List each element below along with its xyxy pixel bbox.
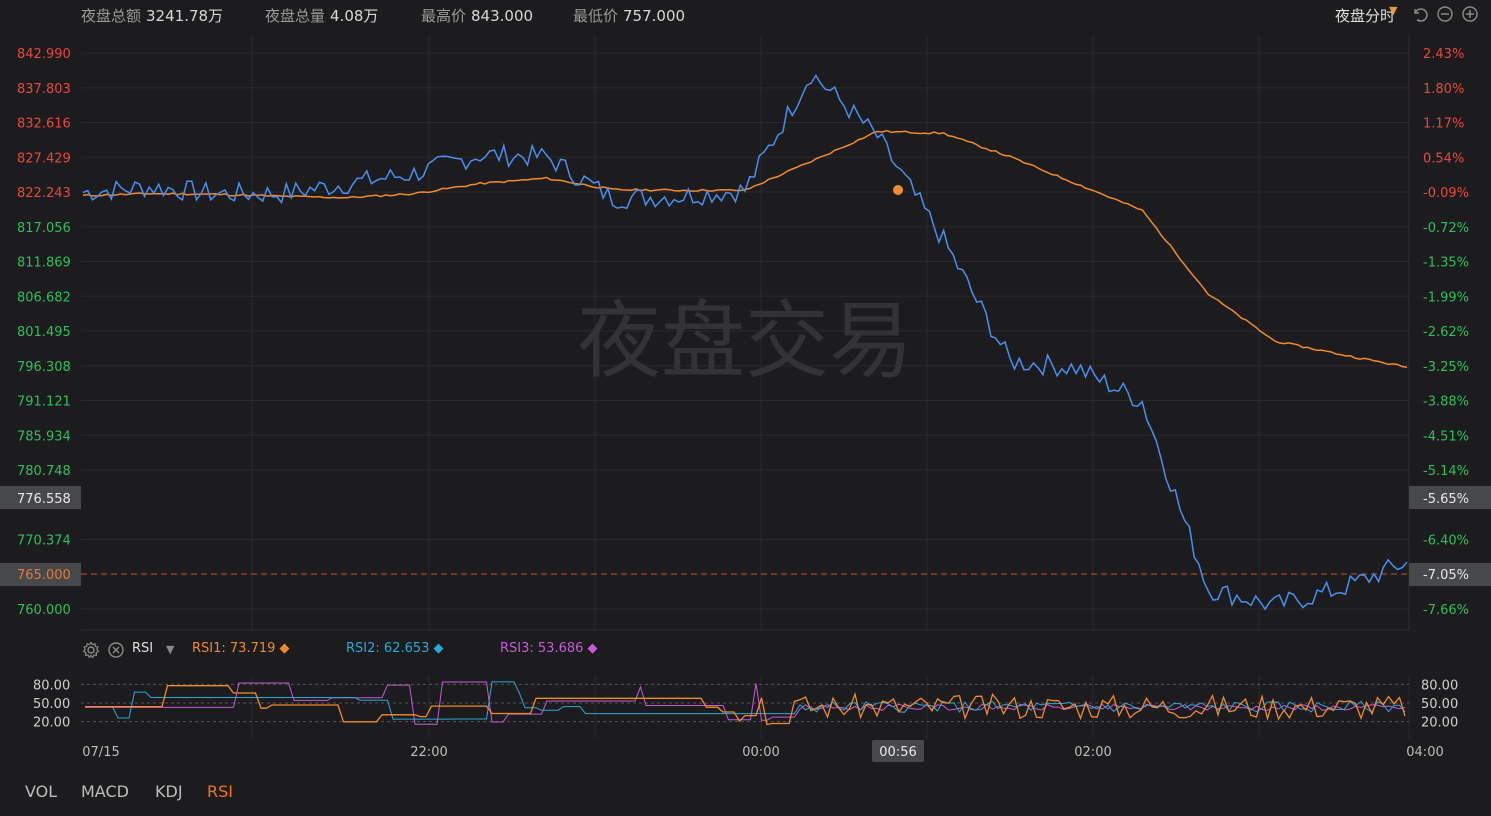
right-tick-label: -5.14% (1423, 464, 1469, 479)
tab-rsi[interactable]: RSI (207, 782, 233, 801)
time-axis: 07/15 22:00 00:00 02:00 04:00 (82, 745, 1443, 760)
left-tick-label: 796.308 (17, 360, 71, 375)
time-tick-label: 22:00 (410, 745, 447, 760)
price-chart[interactable]: 夜盘交易 842.990 837.803 832.616 827.429 822.243… (0, 0, 1491, 816)
cursor-time-label: 00:56 (879, 745, 916, 760)
right-tick-label: -4.51% (1423, 429, 1469, 444)
crosshair-price-label: 776.558 (17, 492, 71, 507)
left-tick-label: 806.682 (17, 290, 71, 305)
ref-price-label: 765.000 (17, 568, 71, 583)
right-tick-label: -3.25% (1423, 360, 1469, 375)
right-tick-label: -1.35% (1423, 256, 1469, 271)
tab-kdj[interactable]: KDJ (155, 782, 183, 801)
indicator-header: RSI ▼ RSI1: 73.719 ◆ RSI2: 62.653 ◆ RSI3… (0, 638, 1491, 662)
rsi2-line (85, 681, 1406, 720)
right-percent-axis: 2.43% 1.80% 1.17% 0.54% -0.09% -0.72% -1.35% -1… (1423, 47, 1469, 618)
time-tick-label: 00:00 (742, 745, 779, 760)
left-tick-label: 837.803 (17, 82, 71, 97)
left-tick-label: 760.000 (17, 603, 71, 618)
chart-watermark: 夜盘交易 (577, 292, 913, 390)
rsi-right-label: 50.00 (1421, 697, 1458, 712)
left-tick-label: 822.243 (17, 186, 71, 201)
left-tick-label: 817.056 (17, 221, 71, 236)
time-tick-label: 07/15 (82, 745, 119, 760)
left-tick-label: 842.990 (17, 47, 71, 62)
rsi1-value: RSI1: 73.719 ◆ (192, 641, 290, 656)
rsi-left-label: 50.00 (33, 697, 70, 712)
rsi3-value: RSI3: 53.686 ◆ (500, 641, 598, 656)
rsi2-value: RSI2: 62.653 ◆ (346, 641, 444, 656)
time-tick-label: 04:00 (1406, 745, 1443, 760)
ref-pct-label: -7.05% (1423, 568, 1469, 583)
right-tick-label: -6.40% (1423, 534, 1469, 549)
left-tick-label: 780.748 (17, 464, 71, 479)
indicator-dropdown-icon[interactable]: ▼ (166, 643, 174, 656)
right-tick-label: 1.80% (1423, 82, 1464, 97)
rsi3-line (85, 681, 1406, 725)
crosshair-pct-label: -5.65% (1423, 492, 1469, 507)
left-price-axis: 842.990 837.803 832.616 827.429 822.243 817.0… (17, 47, 71, 618)
left-tick-label: 791.121 (17, 395, 71, 410)
right-tick-label: -0.09% (1423, 186, 1469, 201)
rsi1-line (85, 685, 1406, 726)
tab-macd[interactable]: MACD (81, 782, 129, 801)
left-tick-label: 832.616 (17, 117, 71, 132)
time-tick-label: 02:00 (1074, 745, 1111, 760)
left-tick-label: 801.495 (17, 325, 71, 340)
indicator-tabs: VOL MACD KDJ RSI (0, 780, 1491, 806)
rsi-left-label: 80.00 (33, 678, 70, 693)
right-tick-label: -3.88% (1423, 395, 1469, 410)
right-tick-label: 1.17% (1423, 117, 1464, 132)
right-tick-label: -0.72% (1423, 221, 1469, 236)
right-tick-label: -1.99% (1423, 290, 1469, 305)
left-tick-label: 785.934 (17, 429, 71, 444)
left-tick-label: 827.429 (17, 151, 71, 166)
rsi-right-label: 80.00 (1421, 678, 1458, 693)
rsi-right-label: 20.00 (1421, 716, 1458, 731)
cursor-point (893, 185, 903, 195)
right-tick-label: 0.54% (1423, 151, 1464, 166)
left-tick-label: 811.869 (17, 256, 71, 271)
right-tick-label: 2.43% (1423, 47, 1464, 62)
settings-gear-icon[interactable] (82, 641, 100, 659)
indicator-name[interactable]: RSI (132, 641, 153, 656)
left-tick-label: 770.374 (17, 534, 71, 549)
tab-vol[interactable]: VOL (25, 782, 57, 801)
right-tick-label: -2.62% (1423, 325, 1469, 340)
rsi-left-label: 20.00 (33, 716, 70, 731)
right-tick-label: -7.66% (1423, 603, 1469, 618)
close-indicator-icon[interactable] (107, 641, 125, 659)
rsi-level-labels: 80.00 80.00 50.00 50.00 20.00 20.00 (33, 678, 1458, 730)
